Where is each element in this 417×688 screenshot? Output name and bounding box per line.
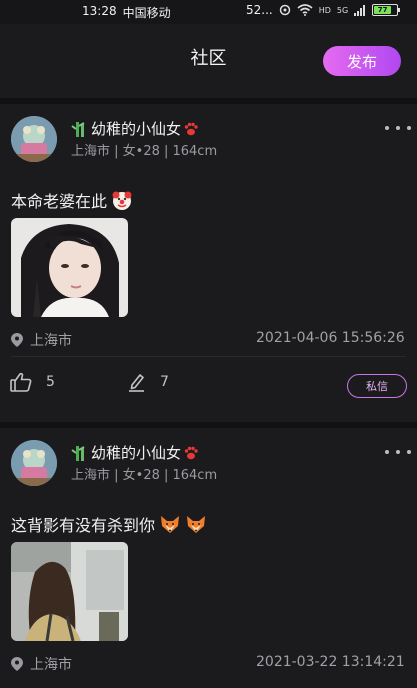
- location-text: 上海市: [30, 333, 72, 349]
- pencil-icon: [128, 372, 146, 392]
- like-button[interactable]: 5: [10, 372, 55, 392]
- avatar[interactable]: [11, 116, 57, 162]
- post-text-content: 这背影有没有杀到你: [11, 516, 156, 535]
- location: 上海市: [11, 330, 72, 350]
- bamboo-icon: [71, 120, 89, 138]
- wifi-icon: [297, 3, 313, 17]
- paw-print-icon: [183, 445, 199, 461]
- avatar[interactable]: [11, 440, 57, 486]
- like-count: 5: [46, 374, 55, 390]
- battery-icon: 77: [372, 4, 401, 16]
- post-text-content: 本命老婆在此: [11, 192, 108, 211]
- user-meta: 上海市 | 女•28 | 164cm: [71, 144, 218, 159]
- comment-count: 7: [160, 374, 169, 390]
- timestamp: 2021-04-06 15:56:26: [256, 330, 405, 346]
- user-meta: 上海市 | 女•28 | 164cm: [71, 468, 218, 483]
- location-text: 上海市: [30, 657, 72, 673]
- more-options-button[interactable]: [385, 446, 411, 458]
- location-pin-icon: [11, 333, 23, 347]
- user-name-text: 幼稚的小仙女: [91, 444, 182, 462]
- timestamp: 2021-03-22 13:14:21: [256, 654, 405, 670]
- signal-5g-label: 5G: [336, 5, 349, 15]
- fox-face-icon: [185, 514, 207, 534]
- man-portrait-photo[interactable]: [11, 218, 128, 317]
- status-bar: 13:28 中国移动 52... HD 5G 77: [0, 0, 417, 24]
- status-right: 52... HD 5G 77: [246, 3, 401, 17]
- more-options-button[interactable]: [385, 122, 411, 134]
- post-card[interactable]: 幼稚的小仙女 上海市 | 女•28 | 164cm 本命老婆在此 上海市 202…: [0, 104, 417, 422]
- battery-level: 77: [374, 6, 392, 14]
- publish-button[interactable]: 发布: [323, 46, 401, 76]
- comment-button[interactable]: 7: [128, 372, 169, 392]
- header: 社区 发布: [0, 24, 417, 98]
- private-message-button[interactable]: 私信: [347, 374, 407, 398]
- row-divider: [11, 356, 406, 357]
- user-name[interactable]: 幼稚的小仙女: [71, 118, 199, 139]
- status-time: 13:28: [82, 4, 117, 18]
- clown-face-icon: [111, 189, 133, 211]
- post-card[interactable]: 幼稚的小仙女 上海市 | 女•28 | 164cm 这背影有没有杀到你 上海市 …: [0, 428, 417, 688]
- status-left: 13:28 中国移动: [82, 4, 171, 21]
- user-name-text: 幼稚的小仙女: [91, 120, 182, 138]
- hd-indicator: HD: [318, 5, 331, 15]
- post-text: 这背影有没有杀到你: [11, 512, 207, 536]
- bamboo-icon: [71, 444, 89, 462]
- signal-bars-icon: [354, 3, 366, 17]
- woman-back-photo[interactable]: [11, 542, 128, 641]
- fox-face-icon: [159, 514, 181, 534]
- user-name[interactable]: 幼稚的小仙女: [71, 442, 199, 463]
- location: 上海市: [11, 654, 72, 674]
- location-status-icon: [279, 3, 291, 17]
- thumbs-up-icon: [10, 372, 32, 392]
- status-network-speed: 52...: [246, 3, 273, 17]
- status-carrier: 中国移动: [122, 6, 171, 20]
- post-text: 本命老婆在此: [11, 188, 133, 212]
- location-pin-icon: [11, 657, 23, 671]
- paw-print-icon: [183, 121, 199, 137]
